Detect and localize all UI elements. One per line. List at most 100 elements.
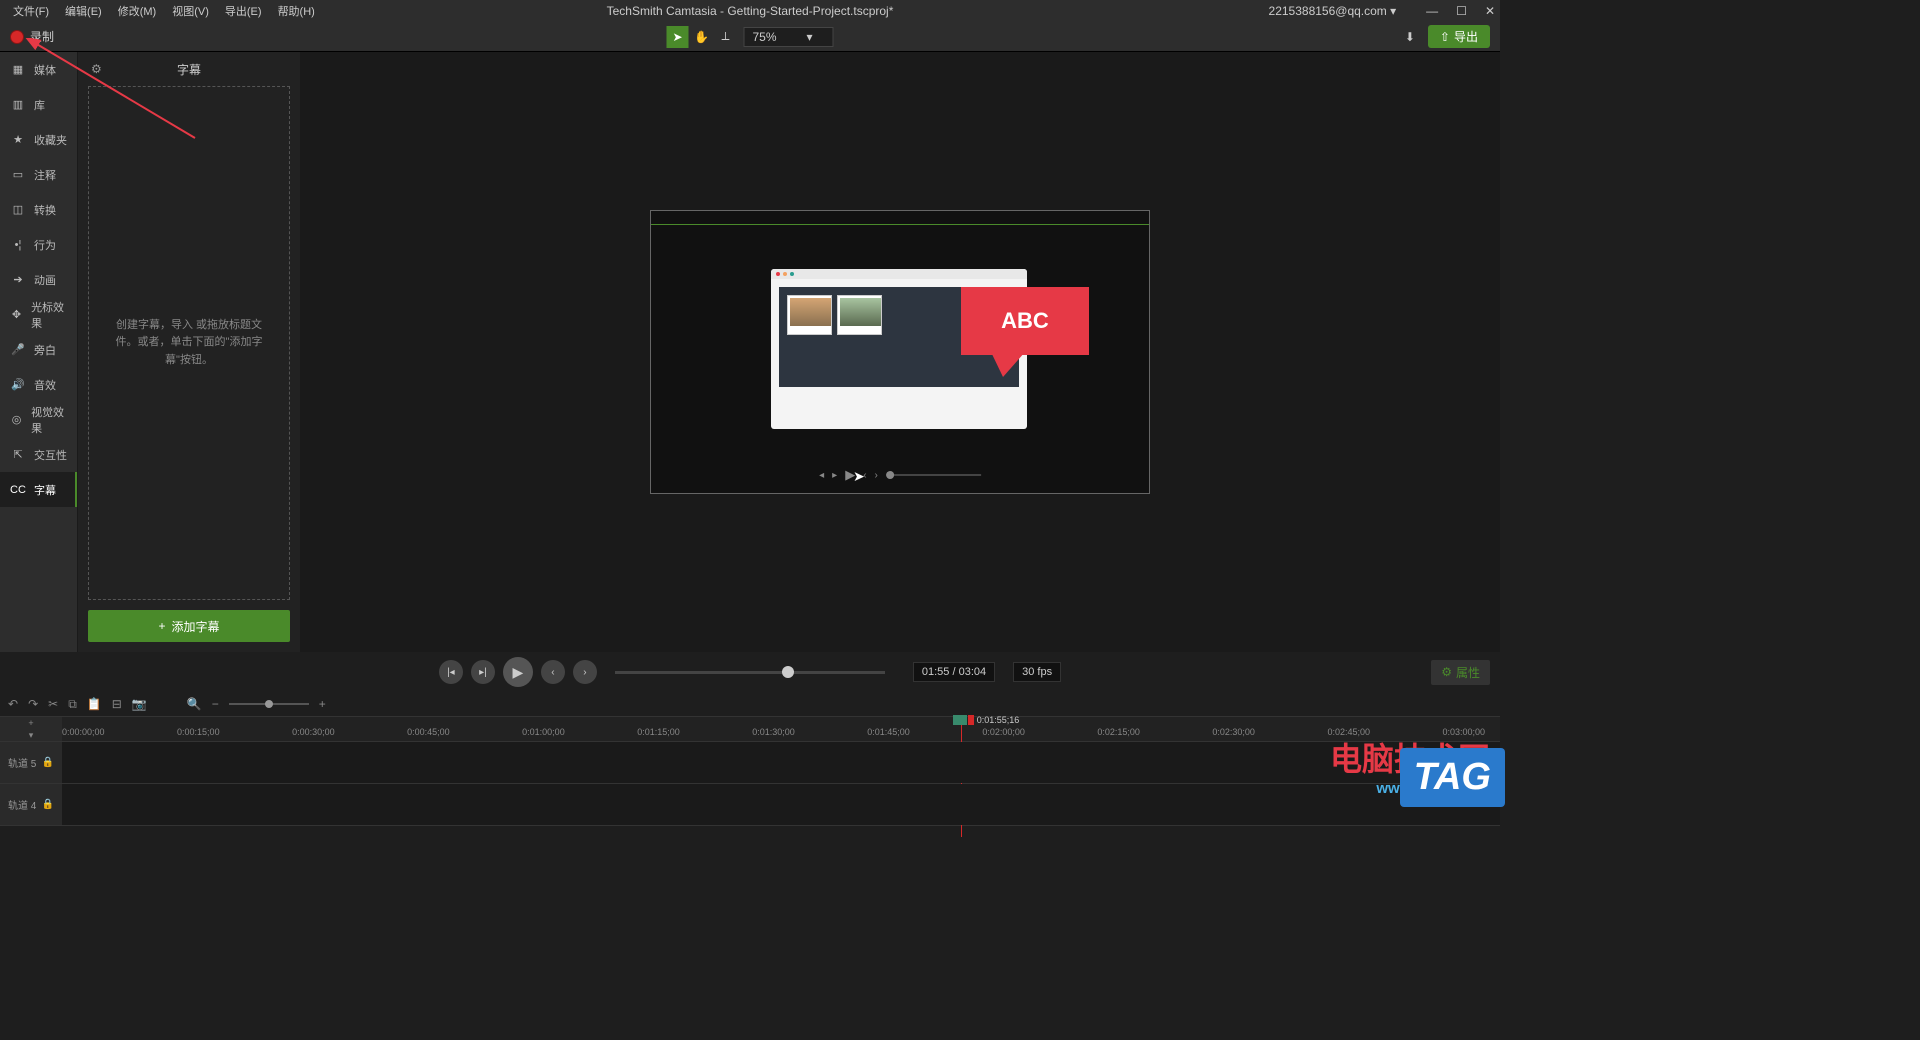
export-button[interactable]: ⇧ 导出 (1428, 25, 1490, 48)
redo-icon[interactable]: ↷ (28, 697, 38, 711)
timeline-ruler[interactable]: 0:01:55;16 0:00:00;000:00:15;000:00:30;0… (62, 717, 1500, 741)
sidebar-item-cursor-effects[interactable]: ✥光标效果 (0, 297, 77, 332)
record-label: 录制 (30, 28, 54, 45)
menu-help[interactable]: 帮助(H) (270, 3, 323, 19)
playback-slider[interactable] (615, 671, 885, 674)
menu-view[interactable]: 视图(V) (164, 3, 217, 19)
timeline-track: 轨道 5🔒 (0, 742, 1500, 784)
zoom-dropdown[interactable]: 75% ▾ (744, 27, 834, 47)
media-icon: ▦ (10, 63, 26, 76)
ruler-tick: 0:03:00;00 (1442, 727, 1485, 737)
undo-icon[interactable]: ↶ (8, 697, 18, 711)
track-label[interactable]: 轨道 5🔒 (0, 742, 62, 783)
ruler-tick: 0:02:00;00 (982, 727, 1025, 737)
ruler-tick: 0:02:30;00 (1212, 727, 1255, 737)
camera-icon[interactable]: 📷 (132, 697, 147, 711)
ruler-tick: 0:01:45;00 (867, 727, 910, 737)
minimize-icon[interactable]: — (1426, 4, 1438, 18)
callout-element: ABC (961, 287, 1089, 355)
select-tool-icon[interactable]: ➤ (667, 26, 689, 48)
track-content[interactable] (62, 784, 1500, 825)
menu-edit[interactable]: 编辑(E) (57, 3, 110, 19)
speaker-icon: 🔊 (10, 378, 26, 391)
timeline-zoom-slider[interactable] (229, 703, 309, 705)
track-content[interactable] (62, 742, 1500, 783)
gear-icon: ⚙ (1441, 665, 1452, 679)
close-icon[interactable]: ✕ (1485, 4, 1495, 18)
watermark-tag: TAG (1400, 748, 1505, 807)
download-icon[interactable]: ⬇ (1400, 30, 1420, 44)
account-label[interactable]: 2215388156@qq.com ▾ (1269, 4, 1397, 18)
next-marker-button[interactable]: › (573, 660, 597, 684)
plus-icon: + (158, 619, 165, 633)
record-button[interactable]: 录制 (10, 28, 54, 45)
lock-icon[interactable]: 🔒 (42, 757, 54, 768)
transition-icon: ◫ (10, 203, 26, 216)
caption-drop-zone[interactable]: 创建字幕，导入 或拖放标题文件。或者，单击下面的"添加字幕"按钮。 (88, 86, 290, 600)
sidebar-item-favorites[interactable]: ★收藏夹 (0, 122, 77, 157)
toolbar: 录制 ➤ ✋ ⟂ 75% ▾ ⬇ ⇧ 导出 (0, 22, 1500, 52)
prev-marker-button[interactable]: ‹ (541, 660, 565, 684)
ruler-tick: 0:00:45;00 (407, 727, 450, 737)
play-button[interactable]: ▶ (503, 657, 533, 687)
track-label[interactable]: 轨道 4🔒 (0, 784, 62, 825)
prev-frame-icon[interactable]: ◂ (819, 470, 824, 481)
menu-modify[interactable]: 修改(M) (110, 3, 165, 19)
sidebar-item-audio-effects[interactable]: 🔊音效 (0, 367, 77, 402)
sidebar-item-media[interactable]: ▦媒体 (0, 52, 77, 87)
sidebar-item-behaviors[interactable]: •¦行为 (0, 227, 77, 262)
next-frame-icon[interactable]: ▸ (832, 470, 837, 481)
canvas-volume-slider[interactable] (886, 474, 981, 476)
gear-icon[interactable]: ⚙ (91, 62, 102, 76)
ruler-tick: 0:01:15;00 (637, 727, 680, 737)
maximize-icon[interactable]: ☐ (1456, 4, 1467, 18)
zoom-search-icon[interactable]: 🔍 (187, 697, 202, 711)
skip-forward-button[interactable]: ▸| (471, 660, 495, 684)
next-icon[interactable]: › (875, 470, 878, 481)
ruler-tick: 0:00:30;00 (292, 727, 335, 737)
playback-bar: |◂ ▸| ▶ ‹ › 01:55 / 03:04 30 fps ⚙ 属性 (0, 652, 1500, 692)
captions-panel: ⚙ 字幕 创建字幕，导入 或拖放标题文件。或者，单击下面的"添加字幕"按钮。 +… (78, 52, 300, 652)
zoom-in-icon[interactable]: + (319, 697, 326, 711)
zoom-out-icon[interactable]: − (212, 697, 219, 711)
ruler-tick: 0:02:15;00 (1097, 727, 1140, 737)
annotation-icon: ▭ (10, 168, 26, 181)
cursor-icon: ✥ (10, 308, 23, 321)
cursor-icon: ➤ (853, 468, 865, 485)
sidebar-item-visual-effects[interactable]: ◎视觉效果 (0, 402, 77, 437)
menu-export[interactable]: 导出(E) (217, 3, 270, 19)
lock-icon[interactable]: 🔒 (42, 799, 54, 810)
ruler-tick: 0:02:45;00 (1327, 727, 1370, 737)
hand-tool-icon[interactable]: ✋ (691, 26, 713, 48)
fps-display: 30 fps (1013, 662, 1061, 682)
time-display: 01:55 / 03:04 (913, 662, 995, 682)
skip-back-button[interactable]: |◂ (439, 660, 463, 684)
canvas-area[interactable]: ABC ◂ ▸ ▶ ‹ › ➤ (300, 52, 1500, 652)
properties-button[interactable]: ⚙ 属性 (1431, 660, 1490, 685)
copy-icon[interactable]: ⧉ (68, 697, 77, 712)
sidebar-item-voice[interactable]: 🎤旁白 (0, 332, 77, 367)
panel-title: 字幕 (177, 61, 201, 78)
menu-bar: 文件(F) 编辑(E) 修改(M) 视图(V) 导出(E) 帮助(H) Tech… (0, 0, 1500, 22)
star-icon: ★ (10, 133, 26, 146)
canvas-frame[interactable]: ABC ◂ ▸ ▶ ‹ › ➤ (650, 210, 1150, 494)
crop-tool-icon[interactable]: ⟂ (715, 26, 737, 48)
sidebar-item-library[interactable]: ▥库 (0, 87, 77, 122)
menu-file[interactable]: 文件(F) (5, 3, 57, 19)
mic-icon: 🎤 (10, 343, 26, 356)
sidebar-item-animations[interactable]: ➔动画 (0, 262, 77, 297)
paste-icon[interactable]: 📋 (87, 697, 102, 711)
cc-icon: CC (10, 484, 26, 496)
sidebar-item-interactivity[interactable]: ⇱交互性 (0, 437, 77, 472)
ruler-tick: 0:01:00;00 (522, 727, 565, 737)
sidebar-item-transitions[interactable]: ◫转换 (0, 192, 77, 227)
track-add-controls[interactable]: + ▾ (0, 717, 62, 741)
split-icon[interactable]: ⊟ (112, 697, 122, 711)
behavior-icon: •¦ (10, 239, 26, 251)
sidebar-item-captions[interactable]: CC字幕 (0, 472, 77, 507)
timeline-track: 轨道 4🔒 (0, 784, 1500, 826)
cut-icon[interactable]: ✂ (48, 697, 58, 711)
sidebar-item-annotations[interactable]: ▭注释 (0, 157, 77, 192)
add-caption-button[interactable]: + 添加字幕 (88, 610, 290, 642)
record-icon (10, 30, 24, 44)
